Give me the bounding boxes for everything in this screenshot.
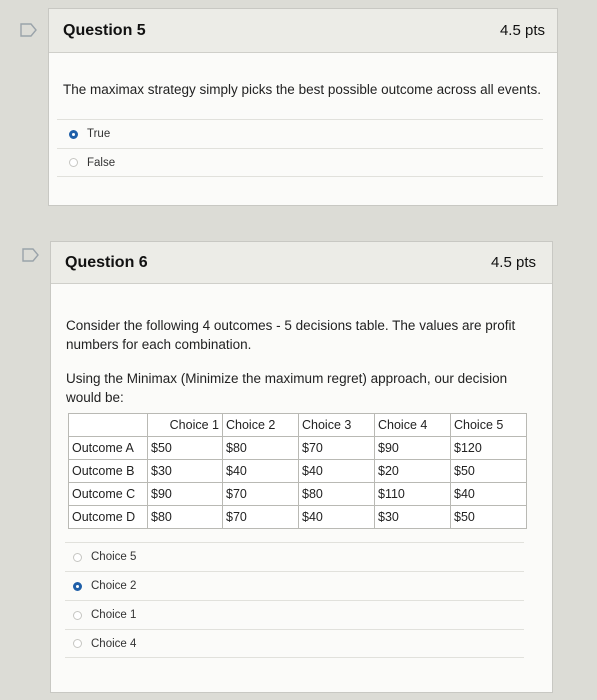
table-cell: $70 <box>222 482 299 506</box>
table-cell: $30 <box>374 505 451 529</box>
table-row: Outcome B $30 $40 $40 $20 $50 <box>68 459 527 483</box>
question-text: Using the Minimax (Minimize the maximum … <box>66 371 508 405</box>
table-row: Outcome C $90 $70 $80 $110 $40 <box>68 482 527 506</box>
answer-option[interactable]: True <box>57 119 543 148</box>
table-cell: $40 <box>450 482 527 506</box>
question-title: Question 6 <box>65 253 148 271</box>
table-cell: $20 <box>374 459 451 483</box>
answer-label: Choice 1 <box>91 609 137 621</box>
answer-label: Choice 4 <box>91 637 137 650</box>
table-cell: $30 <box>147 459 223 483</box>
answer-label: False <box>87 156 116 169</box>
question-6-card: Question 6 4.5 pts Consider the followin… <box>50 241 553 693</box>
answer-option[interactable]: Choice 5 <box>65 542 524 571</box>
table-cell: Outcome C <box>68 482 148 506</box>
table-cell: $40 <box>298 505 375 529</box>
question-5-header: Question 5 4.5 pts <box>49 9 557 53</box>
table-header-cell: Choice 5 <box>450 413 527 437</box>
answer-list: True False <box>57 119 543 177</box>
radio-selected[interactable] <box>73 581 82 591</box>
answer-option[interactable]: Choice 1 <box>65 600 524 629</box>
table-header-cell: Choice 4 <box>374 413 451 437</box>
table-cell: $50 <box>450 505 527 529</box>
answer-label: Choice 5 <box>91 551 137 563</box>
radio-unselected[interactable] <box>73 639 82 648</box>
table-cell: $70 <box>222 505 299 529</box>
answer-label: True <box>87 128 111 140</box>
table-row: Outcome A $50 $80 $70 $90 $120 <box>68 436 527 460</box>
answer-option[interactable]: False <box>57 148 543 177</box>
table-cell: Outcome A <box>68 436 148 460</box>
table-cell: $50 <box>147 436 223 460</box>
table-cell: $50 <box>450 459 527 483</box>
question-title: Question 5 <box>63 21 146 39</box>
question-points: 4.5 pts <box>490 254 536 271</box>
table-header-cell: Choice 2 <box>222 413 299 437</box>
question-points: 4.5 pts <box>499 22 545 39</box>
radio-selected[interactable] <box>69 129 78 139</box>
radio-unselected[interactable] <box>69 158 78 167</box>
table-cell: $80 <box>222 436 299 460</box>
table-cell: $80 <box>147 505 223 529</box>
answer-label: Choice 2 <box>91 580 137 592</box>
question-5-card: Question 5 4.5 pts The maximax strategy … <box>48 8 558 206</box>
answer-option[interactable]: Choice 2 <box>65 571 524 600</box>
table-cell: $70 <box>298 436 375 460</box>
table-cell: $90 <box>147 482 223 506</box>
radio-unselected[interactable] <box>73 552 82 562</box>
table-header-row: Choice 1 Choice 2 Choice 3 Choice 4 Choi… <box>68 413 527 437</box>
question-text: Consider the following 4 outcomes - 5 de… <box>66 318 516 352</box>
question-text: The maximax strategy simply picks the be… <box>63 82 541 97</box>
flag-question-icon[interactable] <box>22 248 40 262</box>
table-cell: $120 <box>450 436 527 460</box>
table-header-cell: Choice 1 <box>147 413 223 437</box>
answer-option[interactable]: Choice 4 <box>65 629 524 658</box>
decision-table: Choice 1 Choice 2 Choice 3 Choice 4 Choi… <box>68 413 527 529</box>
question-6-header: Question 6 4.5 pts <box>51 242 552 284</box>
table-cell: $40 <box>298 459 375 483</box>
answer-list: Choice 5 Choice 2 Choice 1 Choice 4 <box>65 542 524 658</box>
table-cell: $80 <box>298 482 375 506</box>
table-cell: Outcome B <box>68 459 148 483</box>
table-cell: $40 <box>222 459 299 483</box>
radio-unselected[interactable] <box>73 610 82 620</box>
table-header-cell <box>68 413 148 437</box>
table-cell: $90 <box>374 436 451 460</box>
table-row: Outcome D $80 $70 $40 $30 $50 <box>68 505 527 529</box>
flag-question-icon[interactable] <box>20 23 38 37</box>
table-cell: $110 <box>374 482 451 506</box>
table-header-cell: Choice 3 <box>298 413 375 437</box>
table-cell: Outcome D <box>68 505 148 529</box>
